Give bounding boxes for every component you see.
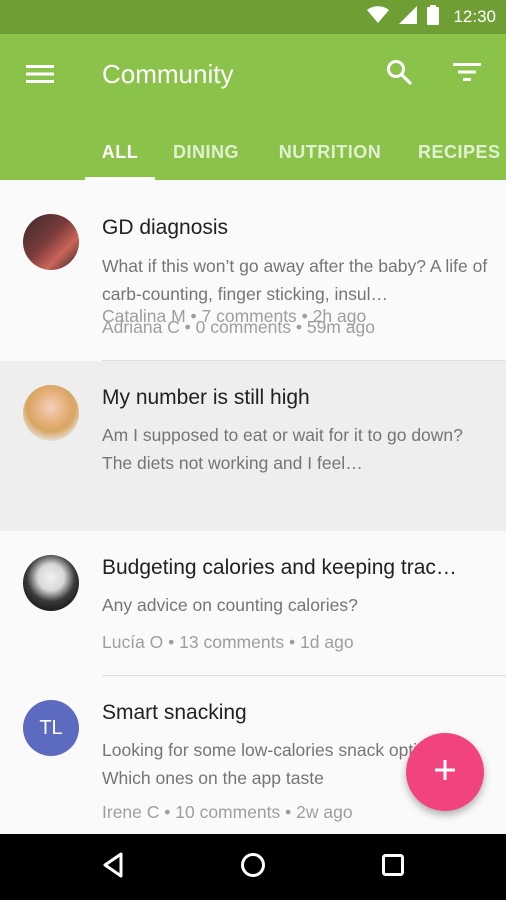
- post-meta: Lucía O • 13 comments • 1d ago: [102, 632, 354, 652]
- tab-all[interactable]: ALL: [85, 124, 155, 180]
- home-icon: [240, 852, 266, 883]
- filter-button[interactable]: [445, 52, 489, 96]
- post-meta: Catalina M • 7 comments • 2h ago: [102, 306, 367, 326]
- tab-bar: ALL DINING NUTRITION RECIPES: [0, 124, 506, 180]
- search-button[interactable]: [377, 52, 421, 96]
- post-title: My number is still high: [102, 386, 310, 409]
- menu-icon: [26, 63, 54, 90]
- post-title: Budgeting calories and keeping trac…: [102, 556, 457, 579]
- navigation-bar: [0, 834, 506, 900]
- post-body: Am I supposed to eat or wait for it to g…: [102, 425, 463, 473]
- signal-icon: [399, 5, 418, 29]
- post-body: What if this won’t go away after the bab…: [102, 256, 488, 304]
- battery-icon: [427, 4, 440, 30]
- recents-icon: [381, 853, 405, 882]
- filter-icon: [453, 62, 481, 87]
- avatar: [23, 385, 79, 441]
- tab-recipes[interactable]: RECIPES: [408, 124, 506, 180]
- search-icon: [386, 59, 412, 90]
- post-body: Any advice on counting calories?: [102, 595, 358, 615]
- app-bar: Community ALL DINING NUTRITION RECIPES: [0, 34, 506, 180]
- menu-button[interactable]: [18, 54, 62, 98]
- page-title: Community: [102, 59, 234, 89]
- wifi-icon: [367, 5, 390, 29]
- avatar: [23, 555, 79, 611]
- recents-button[interactable]: [371, 845, 415, 889]
- post-meta: Irene C • 10 comments • 2w ago: [102, 802, 353, 822]
- tab-nutrition[interactable]: NUTRITION: [264, 124, 396, 180]
- plus-icon: [433, 758, 457, 787]
- post-item[interactable]: GD diagnosis What if this won’t go away …: [0, 180, 506, 361]
- tab-dining[interactable]: DINING: [160, 124, 252, 180]
- home-button[interactable]: [231, 845, 275, 889]
- back-icon: [101, 852, 125, 883]
- avatar: TL: [23, 700, 79, 756]
- new-post-button[interactable]: [406, 733, 484, 811]
- post-item[interactable]: My number is still high Am I supposed to…: [0, 306, 506, 531]
- status-bar: 12:30: [0, 0, 506, 34]
- avatar: [23, 214, 79, 270]
- post-title: Smart snacking: [102, 701, 247, 724]
- status-time: 12:30: [453, 7, 496, 26]
- avatar-initials: TL: [39, 716, 63, 739]
- back-button[interactable]: [91, 845, 135, 889]
- post-item[interactable]: Budgeting calories and keeping trac… Any…: [0, 531, 506, 676]
- post-title: GD diagnosis: [102, 216, 229, 239]
